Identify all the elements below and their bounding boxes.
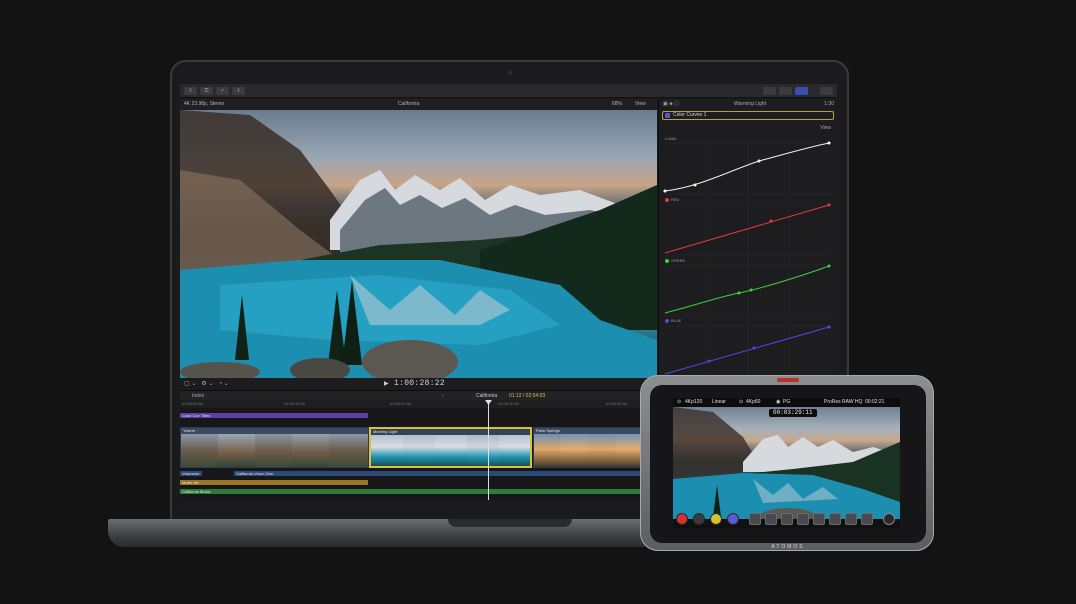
- thumbnail: [403, 435, 435, 466]
- share-export-icon[interactable]: [820, 87, 833, 95]
- record-indicator: [777, 378, 799, 382]
- voiceover-clip[interactable]: Voiceover: [180, 471, 202, 476]
- trackpad-notch: [448, 519, 572, 527]
- music-clip[interactable]: California Music: [180, 489, 643, 494]
- atomos-control-bar: [673, 510, 900, 528]
- thumbnail: [371, 435, 403, 466]
- thumbnail: [181, 434, 218, 467]
- clip-label: Yosem: [183, 428, 196, 433]
- status-scene[interactable]: PG: [783, 398, 790, 407]
- scene-icon: ⊙: [739, 399, 744, 405]
- timeline-toggle-icon[interactable]: [779, 87, 792, 95]
- ruler-mark: 01:00:00:00: [182, 401, 204, 406]
- ruler-mark: 01:00:10:00: [284, 401, 306, 406]
- status-codec[interactable]: ProRes RAW HQ: [824, 398, 862, 407]
- status-remaining: 00:02:21: [865, 399, 885, 405]
- voice-over-clip[interactable]: California Voice Over: [234, 471, 643, 476]
- atomos-preview-image: [673, 407, 900, 519]
- record-button[interactable]: [676, 513, 688, 525]
- view-menu[interactable]: View: [635, 99, 646, 110]
- false-color-icon[interactable]: [781, 513, 793, 525]
- atomos-screen: ⊙ 4Kp120 Linear ⊙ 4Kp60 ◉ PG ProRes RAW …: [673, 398, 900, 528]
- viewer-header: 4K 23.98p, Stereo California 68% View: [180, 99, 657, 110]
- atomos-status-bar: ⊙ 4Kp120 Linear ⊙ 4Kp60 ◉ PG ProRes RAW …: [673, 398, 900, 407]
- video-clip-morning-light[interactable]: Morning Light: [369, 427, 532, 468]
- playhead[interactable]: [488, 400, 489, 500]
- title-clip[interactable]: Color Cov Titles: [180, 413, 368, 418]
- check-icon[interactable]: ✓: [216, 87, 229, 95]
- viewer-timecode: 1:00:28:22: [394, 379, 446, 388]
- status-gamma[interactable]: Linear: [712, 398, 726, 407]
- thumbnail: [329, 434, 368, 467]
- audio-icon: ◉: [776, 399, 781, 405]
- key-icon[interactable]: ⚿: [200, 87, 213, 95]
- waveform-icon[interactable]: [813, 513, 825, 525]
- zoom-icon[interactable]: [845, 513, 857, 525]
- zebra-icon[interactable]: [765, 513, 777, 525]
- app-toolbar: ⇩ ⚿ ✓ ⇪: [180, 84, 837, 98]
- ruler-mark: 01:00:30:00: [498, 401, 520, 406]
- transform-tool-icon[interactable]: ▢ ⌄ ⚙ ⌄ ◔ ⌄: [184, 378, 229, 390]
- tag-yellow-button[interactable]: [710, 513, 722, 525]
- clip-label: Palm Springs: [536, 428, 560, 433]
- atomos-logo: ATOMOS: [771, 544, 805, 550]
- zoom-menu[interactable]: 68%: [612, 99, 622, 110]
- guides-icon[interactable]: [797, 513, 809, 525]
- viewer-clip-title: California: [398, 101, 420, 107]
- thumbnail: [467, 435, 499, 466]
- lut-icon[interactable]: [829, 513, 841, 525]
- status-resolution[interactable]: 4Kp120: [685, 398, 702, 407]
- viewer-transport: ▢ ⌄ ⚙ ⌄ ◔ ⌄ ▶ 1:00:28:22: [180, 378, 657, 390]
- thumbnail: [534, 434, 561, 467]
- clip-label: Morning Light: [373, 429, 398, 434]
- thumbnail: [588, 434, 615, 467]
- thumbnail: [499, 435, 530, 466]
- play-button[interactable]: [693, 513, 705, 525]
- video-clip-palm-springs[interactable]: Palm Springs: [533, 427, 643, 468]
- atomos-settings-icon[interactable]: ⊙: [677, 398, 681, 407]
- ruler-mark: 01:00:40:00: [606, 401, 628, 406]
- tag-blue-button[interactable]: [727, 513, 739, 525]
- browser-toggle-icon[interactable]: [763, 87, 776, 95]
- viewer-image: [180, 110, 657, 378]
- import-icon[interactable]: ⇩: [184, 87, 197, 95]
- atomos-timecode: 00:03:29:11: [769, 409, 817, 417]
- thumbnail: [292, 434, 329, 467]
- video-clip-yosemite[interactable]: Yosem: [180, 427, 369, 468]
- focus-peaking-icon[interactable]: [749, 513, 761, 525]
- share-icon[interactable]: ⇪: [232, 87, 245, 95]
- thumbnail: [561, 434, 588, 467]
- status-rec-format[interactable]: 4Kp60: [746, 398, 760, 407]
- ruler-mark: 01:00:20:00: [390, 401, 412, 406]
- color-curves-graph[interactable]: [659, 99, 837, 390]
- thumbnail: [615, 434, 642, 467]
- color-inspector: ▣ ◈ ⓘ Warming Light 1:30 Color Curves 1 …: [658, 99, 837, 390]
- menu-button[interactable]: [883, 513, 895, 525]
- frame-icon[interactable]: [861, 513, 873, 525]
- thumbnail: [255, 434, 292, 467]
- sfx-clip[interactable]: Music sfx: [180, 480, 368, 485]
- camera-dot: [508, 70, 513, 75]
- thumbnail: [218, 434, 255, 467]
- thumbnail: [435, 435, 467, 466]
- play-button[interactable]: ▶: [384, 378, 389, 390]
- inspector-toggle-icon[interactable]: [795, 87, 808, 95]
- viewer-format: 4K 23.98p, Stereo: [184, 101, 225, 107]
